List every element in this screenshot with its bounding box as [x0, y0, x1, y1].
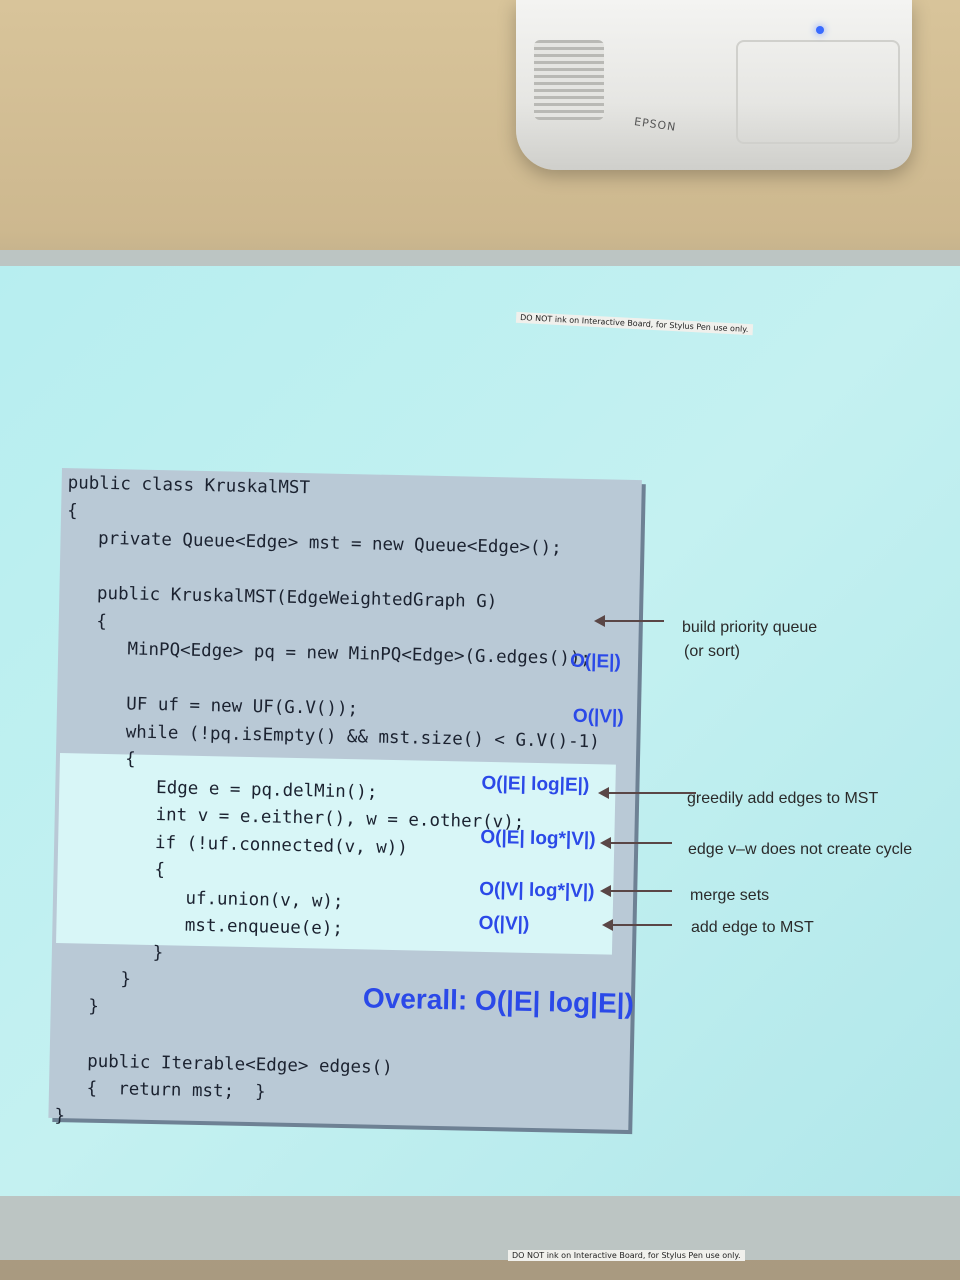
note-or-sort: (or sort) [684, 643, 740, 660]
arrow-merge [600, 885, 672, 897]
code-listing: public class KruskalMST{ private Queue<E… [54, 470, 605, 1141]
projector: EPSON [516, 0, 912, 170]
complexity-union: O(|V| log*|V|) [479, 878, 595, 903]
arrow-cycle [600, 837, 672, 849]
complexity-delmin: O(|E| log|E|) [481, 772, 590, 797]
arrow-pq [594, 615, 664, 627]
complexity-enqueue: O(|V|) [478, 912, 530, 935]
arrow-add [602, 919, 672, 931]
board-notice-label-bottom: DO NOT ink on Interactive Board, for Sty… [508, 1250, 745, 1261]
projector-vent [534, 40, 604, 120]
complexity-pq: O(|E|) [569, 650, 622, 673]
complexity-connected: O(|E| log*|V|) [480, 826, 596, 851]
projector-lamp-cover [736, 40, 900, 144]
note-greedy: greedily add edges to MST [687, 790, 879, 807]
power-led-icon [816, 26, 824, 34]
arrow-greedy [598, 787, 696, 799]
code-panel: public class KruskalMST{ private Queue<E… [48, 468, 642, 1131]
projector-brand: EPSON [633, 115, 678, 134]
note-cycle: edge v–w does not create cycle [688, 841, 913, 858]
note-build-pq: build priority queue [682, 619, 818, 636]
note-add: add edge to MST [691, 919, 814, 936]
note-merge: merge sets [690, 887, 770, 904]
complexity-uf: O(|V|) [572, 705, 624, 728]
complexity-overall: Overall: O(|E| log|E|) [362, 982, 635, 1020]
